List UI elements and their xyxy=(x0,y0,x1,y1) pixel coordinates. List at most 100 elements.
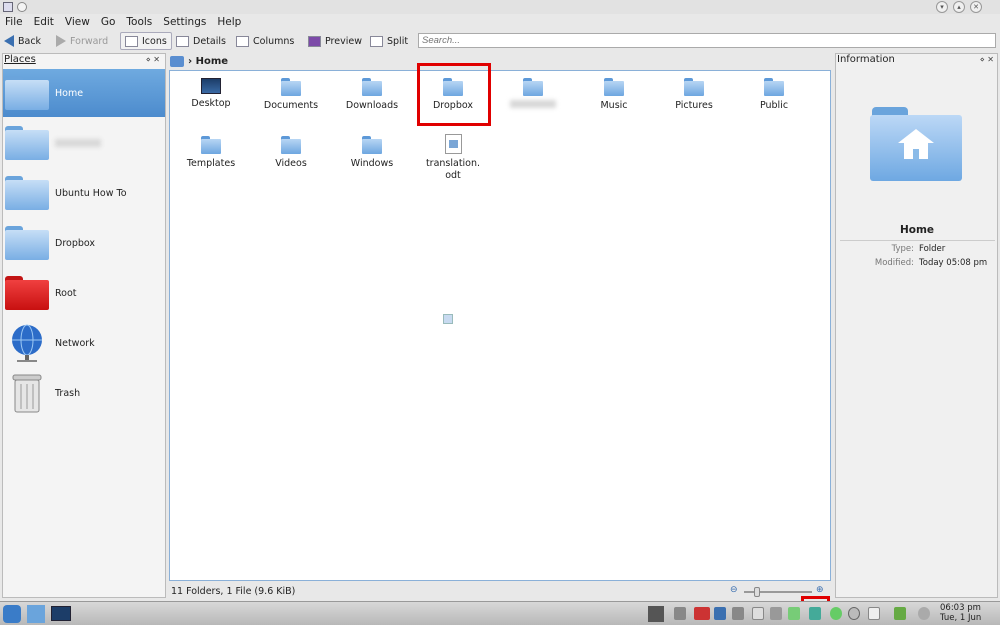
upgrade-arrow-icon[interactable] xyxy=(894,607,906,620)
file-item-videos[interactable]: Videos xyxy=(251,136,331,170)
icons-view-button[interactable]: Icons xyxy=(120,32,172,50)
menu-bar: File Edit View Go Tools Settings Help xyxy=(0,14,1000,30)
trash-icon xyxy=(12,374,42,413)
forward-arrow-icon xyxy=(56,35,66,47)
places-item-root[interactable]: Root xyxy=(3,269,165,317)
places-item-blurred[interactable] xyxy=(3,119,165,167)
minimize-button[interactable]: ▾ xyxy=(936,1,948,13)
places-header: Places ⋄ ✕ xyxy=(4,53,160,67)
back-arrow-icon xyxy=(4,35,14,47)
menu-view[interactable]: View xyxy=(65,14,90,30)
folder-icon xyxy=(281,136,301,154)
file-item-blurred[interactable] xyxy=(493,78,573,112)
folder-icon xyxy=(281,78,301,96)
places-item-dropbox[interactable]: Dropbox xyxy=(3,219,165,267)
clock[interactable]: 06:03 pm Tue, 1 Jun xyxy=(940,603,1000,623)
places-item-trash[interactable]: Trash xyxy=(3,369,165,417)
network-globe-icon xyxy=(12,324,42,362)
info-type-row: Type: Folder xyxy=(891,244,946,254)
file-item-music[interactable]: Music xyxy=(574,78,654,112)
places-item-ubuntu-how-to[interactable]: Ubuntu How To xyxy=(3,169,165,217)
zoom-slider[interactable]: ⊖ ⊕ xyxy=(730,585,828,597)
details-view-button[interactable]: Details xyxy=(176,32,226,50)
status-text: 11 Folders, 1 File (9.6 KiB) xyxy=(171,586,296,597)
clock-date: Tue, 1 Jun xyxy=(940,613,982,623)
mail-icon[interactable] xyxy=(868,607,880,620)
file-item-pictures[interactable]: Pictures xyxy=(654,78,734,112)
keyboard-layout-icon[interactable] xyxy=(694,607,710,620)
info-name: Home xyxy=(899,224,935,236)
window-menu-icon[interactable] xyxy=(17,2,27,12)
zoom-slider-handle[interactable] xyxy=(754,587,760,597)
menu-go[interactable]: Go xyxy=(101,14,116,30)
file-item-templates[interactable]: Templates xyxy=(171,136,251,170)
blurred-label xyxy=(55,139,101,147)
breadcrumb-home[interactable]: Home xyxy=(196,56,228,67)
zoom-out-icon[interactable]: ⊖ xyxy=(730,585,738,595)
file-item-downloads[interactable]: Downloads xyxy=(332,78,412,112)
places-item-home[interactable]: Home xyxy=(3,69,165,117)
menu-file[interactable]: File xyxy=(5,14,23,30)
folder-icon xyxy=(5,226,49,260)
menu-help[interactable]: Help xyxy=(217,14,241,30)
clipboard-icon[interactable] xyxy=(752,607,764,620)
kde-menu-icon[interactable] xyxy=(3,605,21,623)
menu-edit[interactable]: Edit xyxy=(34,14,54,30)
folder-icon xyxy=(5,126,49,160)
places-item-network[interactable]: Network xyxy=(3,319,165,367)
folder-icon xyxy=(684,78,704,96)
battery-icon[interactable] xyxy=(770,607,782,620)
panel-controls-icon[interactable]: ⋄ ✕ xyxy=(980,53,994,67)
menu-settings[interactable]: Settings xyxy=(163,14,206,30)
file-item-translation-odt[interactable]: translation. odt xyxy=(413,134,493,182)
info-notification-icon[interactable] xyxy=(918,607,930,620)
maximize-button[interactable]: ▴ xyxy=(953,1,965,13)
file-item-public[interactable]: Public xyxy=(734,78,814,112)
update-icon[interactable] xyxy=(830,607,842,620)
pager-icon[interactable] xyxy=(648,606,664,622)
panel-controls-icon[interactable]: ⋄ ✕ xyxy=(146,53,160,67)
folder-icon xyxy=(523,78,543,96)
zoom-in-icon[interactable]: ⊕ xyxy=(816,585,824,595)
folder-icon xyxy=(362,78,382,96)
preview-button[interactable]: Preview xyxy=(308,32,362,50)
file-item-documents[interactable]: Documents xyxy=(251,78,331,112)
divider xyxy=(840,240,995,241)
file-item-windows[interactable]: Windows xyxy=(332,136,412,170)
search-input[interactable] xyxy=(418,33,996,48)
folder-icon xyxy=(764,78,784,96)
clock-time: 06:03 pm xyxy=(940,603,981,613)
media-player-icon[interactable] xyxy=(848,607,860,620)
split-icon xyxy=(370,35,383,47)
volume-icon[interactable] xyxy=(732,607,744,620)
desktop-preview-icon[interactable] xyxy=(51,606,71,621)
forward-button[interactable]: Forward xyxy=(56,32,108,50)
preview-icon xyxy=(308,35,321,47)
window-titlebar: ▾ ▴ ✕ xyxy=(0,0,1000,14)
favorites-star-icon[interactable] xyxy=(27,605,45,623)
columns-view-button[interactable]: Columns xyxy=(236,32,294,50)
folder-icon xyxy=(362,136,382,154)
dropbox-tray-icon[interactable] xyxy=(809,607,821,620)
back-button[interactable]: Back xyxy=(4,32,41,50)
menu-tools[interactable]: Tools xyxy=(126,14,152,30)
toolbar: Back Forward Icons Details Columns Previ… xyxy=(0,31,1000,51)
bluetooth-icon[interactable] xyxy=(714,607,726,620)
split-button[interactable]: Split xyxy=(370,32,408,50)
blurred-label xyxy=(510,100,556,108)
file-item-desktop[interactable]: Desktop xyxy=(171,78,251,110)
close-button[interactable]: ✕ xyxy=(970,1,982,13)
drag-preview-icon xyxy=(443,314,453,324)
icons-view-icon xyxy=(125,35,138,47)
highlight-dropbox-folder xyxy=(417,63,491,126)
network-manager-icon[interactable] xyxy=(788,607,800,620)
breadcrumb[interactable]: › Home xyxy=(170,54,228,68)
desktop-icon xyxy=(201,78,221,94)
home-folder-preview-icon xyxy=(870,107,962,181)
home-icon[interactable] xyxy=(170,55,184,67)
folder-icon xyxy=(5,176,49,210)
tray-arrow-icon[interactable] xyxy=(674,607,686,620)
dolphin-app-icon[interactable] xyxy=(3,2,13,12)
root-folder-icon xyxy=(5,276,49,310)
folder-icon xyxy=(604,78,624,96)
